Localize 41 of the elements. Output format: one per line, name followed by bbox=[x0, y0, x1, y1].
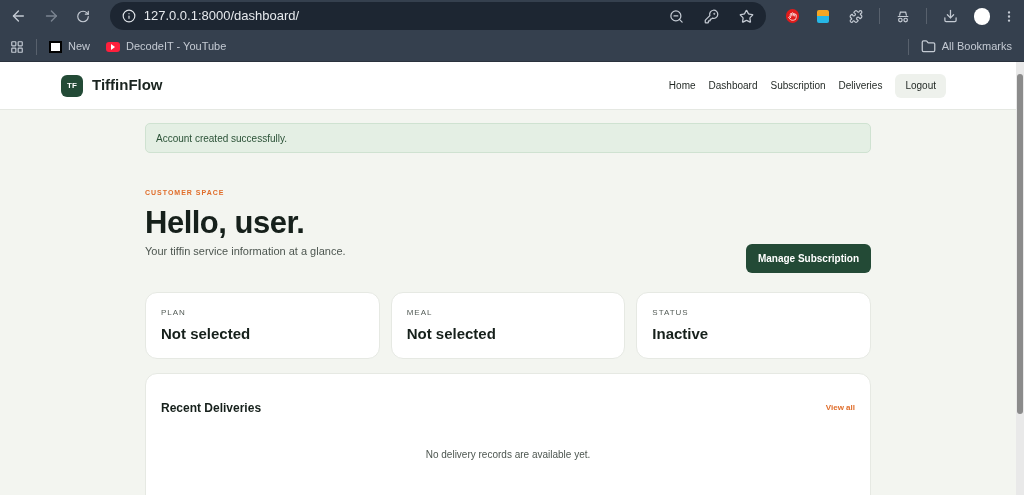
download-icon[interactable] bbox=[943, 8, 959, 24]
scrollbar[interactable] bbox=[1016, 62, 1024, 495]
nav-link[interactable]: Dashboard bbox=[708, 78, 758, 93]
url-text: 127.0.0.1:8000/dashboard/ bbox=[143, 7, 301, 26]
key-icon[interactable] bbox=[703, 8, 719, 24]
card-label: STATUS bbox=[652, 308, 690, 317]
bookmark[interactable]: New bbox=[49, 38, 90, 55]
reload-icon[interactable] bbox=[75, 8, 90, 24]
card-label: MEAL bbox=[406, 308, 434, 317]
extensions-icon[interactable] bbox=[849, 8, 864, 24]
card-value: Inactive bbox=[652, 324, 710, 344]
nav-link[interactable]: Deliveries bbox=[838, 78, 883, 93]
empty-message: No delivery records are available yet. bbox=[425, 448, 591, 462]
play-icon bbox=[106, 41, 120, 52]
folder-icon bbox=[920, 39, 936, 54]
info-icon[interactable] bbox=[121, 9, 136, 23]
bookmark[interactable]: DecodeIT - YouTube bbox=[106, 38, 227, 55]
all-bookmarks[interactable]: All Bookmarks bbox=[920, 38, 1012, 55]
nav-link[interactable]: Subscription bbox=[770, 78, 826, 93]
back-icon[interactable] bbox=[10, 7, 27, 25]
zoom-icon[interactable] bbox=[668, 8, 684, 24]
extension-icon[interactable] bbox=[785, 9, 799, 23]
card-label: PLAN bbox=[161, 308, 187, 317]
logo-badge: TF bbox=[61, 74, 83, 97]
section-title: Recent Deliveries bbox=[161, 400, 262, 417]
brand-name[interactable]: TiffinFlow bbox=[92, 74, 163, 97]
incognito-icon[interactable] bbox=[896, 8, 911, 24]
bookmark-logo-icon bbox=[49, 40, 62, 53]
extension-icon[interactable] bbox=[817, 9, 830, 23]
card-value: Not selected bbox=[161, 324, 252, 344]
success-alert: Account created successfully. bbox=[145, 123, 871, 153]
nav-link[interactable]: Home bbox=[668, 78, 696, 93]
page-subtitle: Your tiffin service information at a glance. bbox=[145, 243, 346, 259]
card-value: Not selected bbox=[406, 324, 497, 344]
page-heading: Hello, user. bbox=[145, 204, 306, 241]
logout-button[interactable]: Logout bbox=[895, 73, 946, 98]
address-bar[interactable]: 127.0.0.1:8000/dashboard/ bbox=[109, 2, 766, 30]
profile-avatar[interactable] bbox=[974, 7, 990, 25]
apps-icon[interactable] bbox=[10, 39, 24, 54]
manage-subscription-button[interactable]: Manage Subscription bbox=[745, 244, 871, 273]
star-icon[interactable] bbox=[738, 8, 754, 24]
